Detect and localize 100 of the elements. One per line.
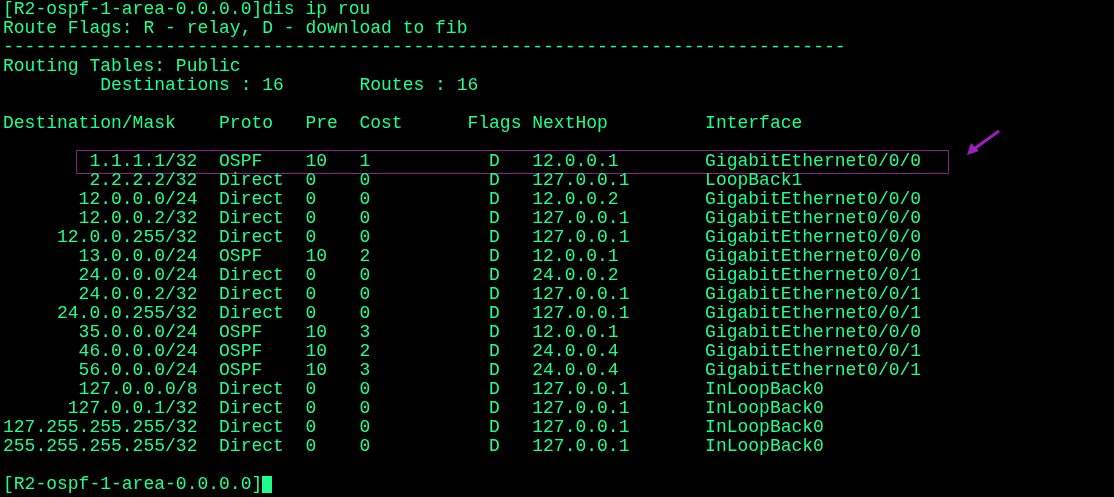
table-cell: 0	[305, 266, 317, 285]
table-cell: 0	[305, 228, 317, 247]
table-cell: OSPF	[219, 247, 263, 266]
column-header: Cost	[359, 114, 403, 133]
table-cell: OSPF	[219, 152, 263, 171]
table-cell: GigabitEthernet0/0/1	[705, 304, 922, 323]
table-cell: D	[489, 399, 500, 418]
table-cell: 0	[305, 190, 317, 209]
table-cell: 12.0.0.1	[532, 247, 619, 266]
prompt-text: [R2-ospf-1-area-0.0.0.0]	[3, 0, 263, 19]
table-cell: 2.2.2.2/32	[89, 171, 198, 190]
table-cell: 0	[305, 380, 317, 399]
table-cell: D	[489, 228, 500, 247]
table-cell: 24.0.0.2	[532, 266, 619, 285]
table-cell: 12.0.0.255/32	[57, 228, 198, 247]
separator-line: ------------------------------------------------------------------------------	[3, 37, 846, 57]
table-cell: 0	[359, 228, 371, 247]
table-cell: 12.0.0.2/32	[78, 209, 198, 228]
table-cell: 127.0.0.1	[532, 304, 630, 323]
table-cell: 0	[359, 380, 371, 399]
table-cell: Direct	[219, 228, 284, 247]
table-cell: 1	[359, 152, 371, 171]
table-cell: GigabitEthernet0/0/0	[705, 323, 922, 342]
table-cell: GigabitEthernet0/0/1	[705, 266, 922, 285]
table-cell: 127.0.0.1	[532, 285, 630, 304]
table-title: Routing Tables: Public	[3, 56, 241, 76]
table-cell: 24.0.0.0/24	[78, 266, 198, 285]
table-cell: D	[489, 304, 500, 323]
table-cell: 10	[305, 361, 328, 380]
table-cell: 13.0.0.0/24	[78, 247, 198, 266]
table-cell: D	[489, 342, 500, 361]
table-cell: 127.0.0.1/32	[67, 399, 198, 418]
table-cell: Direct	[219, 266, 284, 285]
table-cell: Direct	[219, 380, 284, 399]
table-cell: 0	[359, 171, 371, 190]
table-cell: 127.0.0.1	[532, 171, 630, 190]
table-cell: 12.0.0.2	[532, 190, 619, 209]
table-cell: LoopBack1	[705, 171, 803, 190]
table-cell: D	[489, 209, 500, 228]
table-cell: 0	[359, 304, 371, 323]
table-cell: 3	[359, 361, 371, 380]
table-cell: D	[489, 418, 500, 437]
table-cell: OSPF	[219, 342, 263, 361]
table-cell: Direct	[219, 304, 284, 323]
text-cursor	[262, 475, 273, 493]
table-cell: GigabitEthernet0/0/0	[705, 152, 922, 171]
table-cell: 0	[305, 418, 317, 437]
table-cell: 0	[359, 418, 371, 437]
table-cell: 0	[359, 399, 371, 418]
table-cell: OSPF	[219, 361, 263, 380]
table-cell: 0	[359, 437, 371, 456]
table-cell: Direct	[219, 190, 284, 209]
table-cell: 24.0.0.255/32	[57, 304, 198, 323]
table-cell: D	[489, 323, 500, 342]
table-cell: Direct	[219, 418, 284, 437]
table-cell: D	[489, 190, 500, 209]
table-cell: 10	[305, 247, 328, 266]
table-cell: 127.0.0.1	[532, 380, 630, 399]
command-text: dis ip rou	[262, 0, 371, 19]
table-cell: 127.0.0.1	[532, 228, 630, 247]
table-cell: 2	[359, 342, 371, 361]
table-cell: 10	[305, 152, 328, 171]
table-cell: 46.0.0.0/24	[78, 342, 198, 361]
table-cell: 0	[305, 399, 317, 418]
table-cell: 127.0.0.1	[532, 399, 630, 418]
table-cell: 0	[305, 304, 317, 323]
table-cell: 10	[305, 342, 328, 361]
table-cell: 12.0.0.0/24	[78, 190, 198, 209]
table-cell: GigabitEthernet0/0/0	[705, 209, 922, 228]
table-cell: 35.0.0.0/24	[78, 323, 198, 342]
table-cell: D	[489, 285, 500, 304]
table-cell: 0	[305, 171, 317, 190]
table-cell: InLoopBack0	[705, 399, 824, 418]
table-cell: 127.0.0.1	[532, 418, 630, 437]
table-cell: Direct	[219, 399, 284, 418]
table-cell: 12.0.0.1	[532, 323, 619, 342]
table-cell: 10	[305, 323, 328, 342]
table-cell: GigabitEthernet0/0/1	[705, 361, 922, 380]
table-cell: D	[489, 171, 500, 190]
table-cell: GigabitEthernet0/0/1	[705, 285, 922, 304]
table-cell: 127.0.0.1	[532, 437, 630, 456]
table-cell: 2	[359, 247, 371, 266]
table-cell: 127.0.0.1	[532, 209, 630, 228]
table-cell: GigabitEthernet0/0/0	[705, 190, 922, 209]
table-cell: 127.255.255.255/32	[3, 418, 198, 437]
table-cell: InLoopBack0	[705, 380, 824, 399]
table-cell: InLoopBack0	[705, 437, 824, 456]
table-cell: D	[489, 361, 500, 380]
table-cell: D	[489, 437, 500, 456]
table-cell: D	[489, 152, 500, 171]
column-header: Flags	[467, 114, 522, 133]
table-cell: OSPF	[219, 323, 263, 342]
table-cell: GigabitEthernet0/0/0	[705, 247, 922, 266]
column-header: NextHop	[532, 114, 608, 133]
table-cell: 12.0.0.1	[532, 152, 619, 171]
column-header: Pre	[305, 114, 338, 133]
table-cell: 1.1.1.1/32	[89, 152, 198, 171]
table-cell: 3	[359, 323, 371, 342]
table-cell: GigabitEthernet0/0/1	[705, 342, 922, 361]
column-header: Interface	[705, 114, 803, 133]
